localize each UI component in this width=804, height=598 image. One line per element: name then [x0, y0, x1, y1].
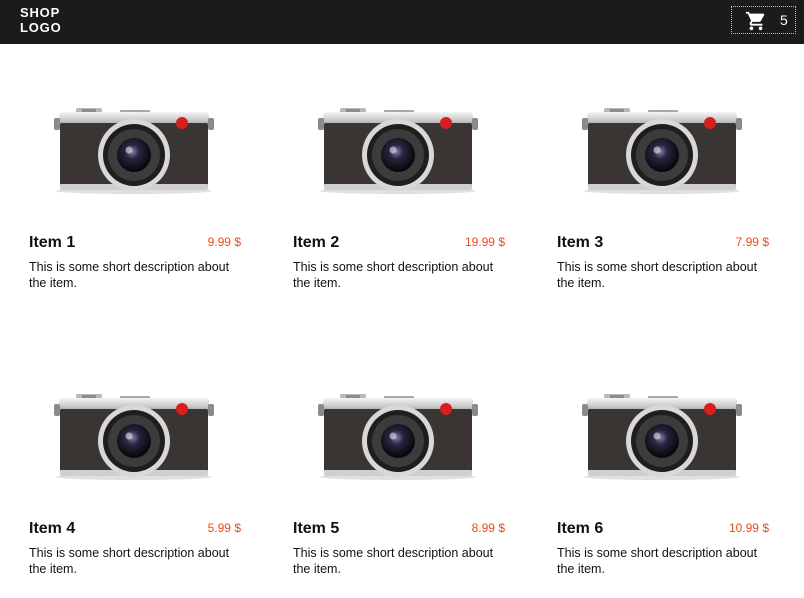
product-name: Item 5 [293, 520, 340, 537]
camera-icon [54, 108, 214, 194]
product-price: 10.99 $ [728, 521, 769, 535]
logo-line-2: LOGO [20, 20, 62, 35]
product-name: Item 1 [29, 234, 76, 251]
product-grid: Item 1 9.99 $ This is some short descrip… [0, 44, 804, 598]
camera-icon [318, 108, 478, 194]
product-price: 8.99 $ [471, 521, 505, 535]
product-description: This is some short description about the… [293, 260, 494, 290]
product-card[interactable]: Item 1 9.99 $ This is some short descrip… [29, 108, 241, 308]
product-card[interactable]: Item 2 19.99 $ This is some short descri… [293, 108, 505, 308]
product-price: 7.99 $ [735, 235, 769, 249]
product-name: Item 6 [557, 520, 604, 537]
camera-icon [582, 394, 742, 480]
product-price: 19.99 $ [464, 235, 505, 249]
camera-icon [318, 394, 478, 480]
product-name: Item 4 [29, 520, 76, 537]
product-card[interactable]: Item 4 5.99 $ This is some short descrip… [29, 394, 241, 594]
product-description: This is some short description about the… [29, 260, 230, 290]
camera-icon [582, 108, 742, 194]
product-name: Item 2 [293, 234, 340, 251]
product-card[interactable]: Item 6 10.99 $ This is some short descri… [557, 394, 769, 594]
product-description: This is some short description about the… [557, 546, 758, 576]
shopping-cart-icon [745, 11, 765, 31]
product-card[interactable]: Item 5 8.99 $ This is some short descrip… [293, 394, 505, 594]
logo-line-1: SHOP [20, 5, 61, 20]
product-description: This is some short description about the… [557, 260, 758, 290]
product-description: This is some short description about the… [29, 546, 230, 576]
product-card[interactable]: Item 3 7.99 $ This is some short descrip… [557, 108, 769, 308]
product-description: This is some short description about the… [293, 546, 494, 576]
cart-count: 5 [780, 12, 788, 28]
product-price: 9.99 $ [207, 235, 241, 249]
camera-icon [54, 394, 214, 480]
shop-logo[interactable]: SHOP LOGO [20, 5, 61, 35]
product-price: 5.99 $ [207, 521, 241, 535]
product-name: Item 3 [557, 234, 604, 251]
top-bar: SHOP LOGO 5 [0, 0, 804, 44]
cart-button[interactable]: 5 [731, 6, 796, 34]
